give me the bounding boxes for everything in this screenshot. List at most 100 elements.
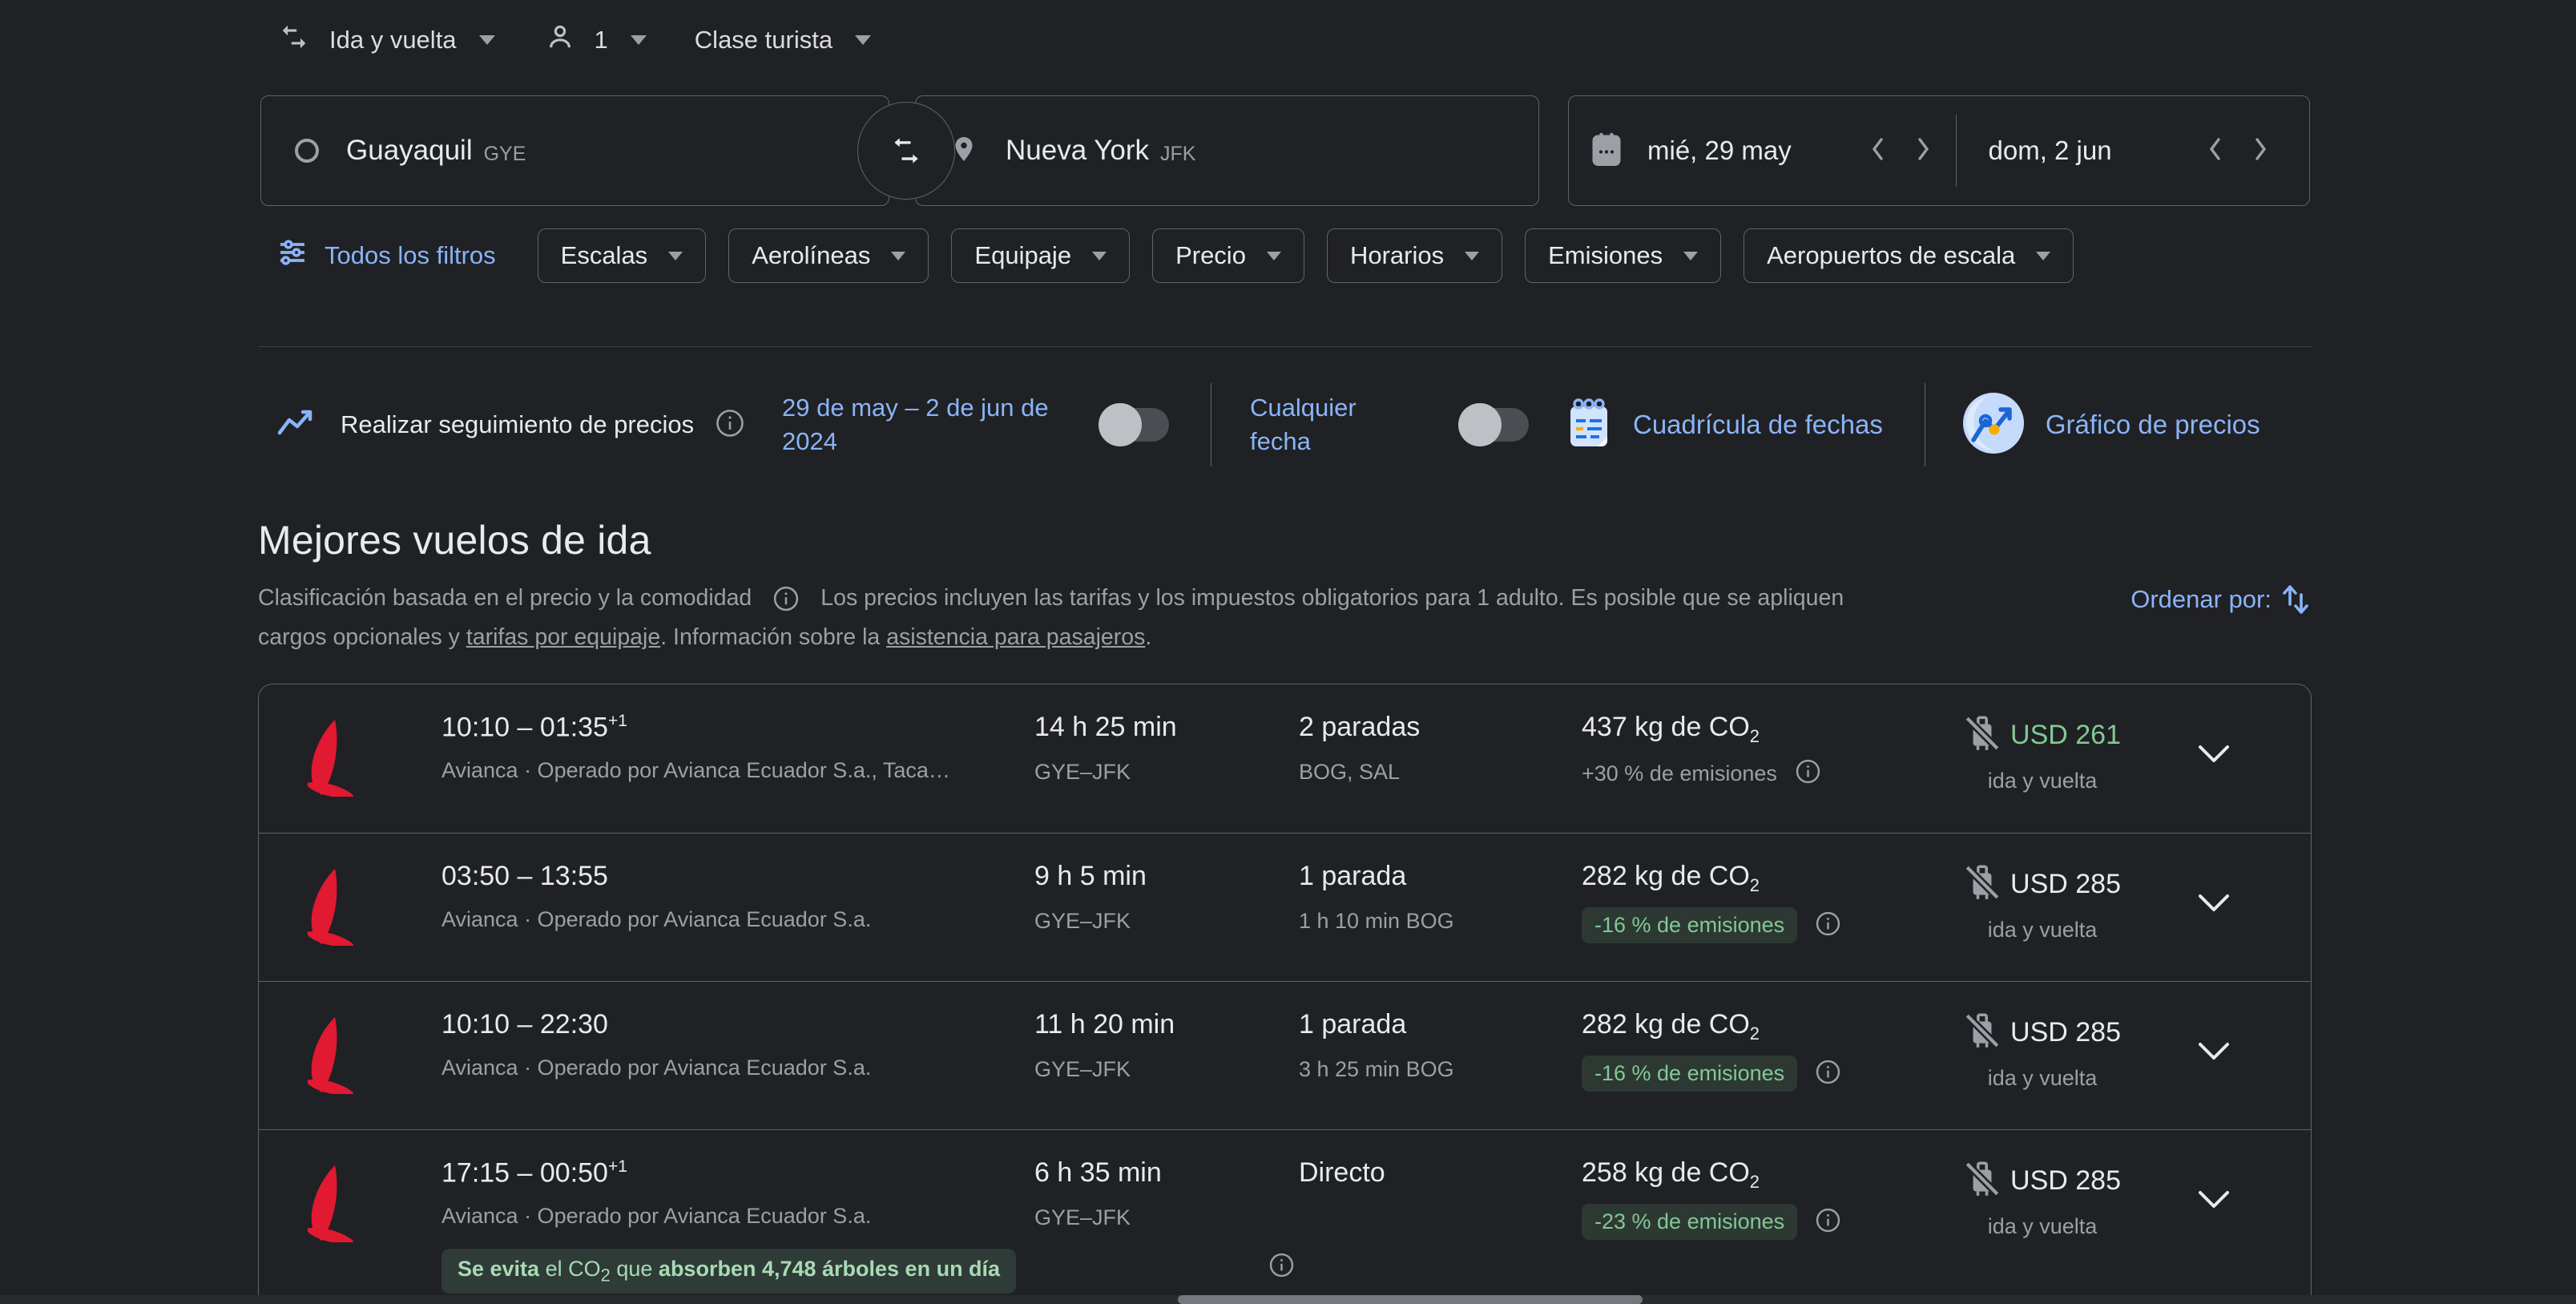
tracked-date-range[interactable]: 29 de may – 2 de jun de 2024 bbox=[782, 391, 1058, 458]
depart-date: mié, 29 may bbox=[1647, 135, 1869, 166]
chevron-down-icon bbox=[1267, 252, 1281, 260]
filter-chip[interactable]: Horarios bbox=[1327, 228, 1502, 283]
trip-type-selector[interactable]: Ida y vuelta bbox=[276, 14, 519, 66]
sort-by-button[interactable]: Ordenar por: bbox=[2131, 582, 2312, 617]
depart-date-prev-button[interactable] bbox=[1869, 135, 1887, 167]
any-date-toggle[interactable] bbox=[1461, 408, 1529, 442]
trip-type-label: Ida y vuelta bbox=[329, 26, 457, 55]
filter-chip-label: Emisiones bbox=[1548, 241, 1663, 270]
emissions-info-icon[interactable] bbox=[1815, 1207, 1841, 1237]
passengers-selector[interactable]: 1 bbox=[519, 14, 671, 66]
any-date-label[interactable]: Cualquier fecha bbox=[1250, 391, 1418, 458]
origin-code: GYE bbox=[484, 136, 526, 166]
flight-times: 17:15 – 00:50+1 bbox=[441, 1157, 627, 1189]
swap-vert-icon bbox=[2280, 582, 2312, 617]
pricing-note-end: . bbox=[1145, 624, 1151, 650]
expand-flight-button[interactable] bbox=[2197, 1041, 2231, 1066]
section-divider bbox=[258, 346, 2312, 347]
filter-chip-label: Aerolíneas bbox=[752, 241, 870, 270]
price-graph-button[interactable]: Gráfico de precios bbox=[2046, 410, 2260, 440]
plus-days: +1 bbox=[608, 1157, 627, 1176]
emissions-info-icon[interactable] bbox=[1815, 1059, 1841, 1089]
results-subtitle: Clasificación basada en el precio y la c… bbox=[258, 579, 2045, 657]
chevron-down-icon bbox=[1683, 252, 1698, 260]
origin-city: Guayaquil bbox=[346, 135, 473, 167]
swap-locations-button[interactable] bbox=[857, 102, 955, 200]
chevron-down-icon bbox=[891, 252, 905, 260]
filter-chip[interactable]: Emisiones bbox=[1525, 228, 1721, 283]
dates-divider bbox=[1956, 115, 1957, 187]
pricing-note-mid: . Información sobre la bbox=[660, 624, 886, 650]
price-tools-bar: Realizar seguimiento de precios 29 de ma… bbox=[276, 365, 2260, 485]
emissions-info-icon[interactable] bbox=[1795, 758, 1821, 789]
filter-chip[interactable]: Equipaje bbox=[951, 228, 1130, 283]
return-date: dom, 2 jun bbox=[1989, 135, 2207, 166]
filter-chip[interactable]: Aeropuertos de escala bbox=[1744, 228, 2074, 283]
flight-route: GYE–JFK bbox=[1034, 1057, 1131, 1082]
stops-detail: BOG, SAL bbox=[1299, 760, 1400, 785]
track-dates-toggle[interactable] bbox=[1102, 408, 1169, 442]
flight-result-row[interactable]: 17:15 – 00:50+1 Avianca · Operado por Av… bbox=[259, 1129, 2311, 1304]
flight-list: 10:10 – 01:35+1 Avianca · Operado por Av… bbox=[258, 684, 2312, 1304]
date-grid-button[interactable]: Cuadrícula de fechas bbox=[1633, 410, 1883, 440]
price-trip-type: ida y vuelta bbox=[1988, 1214, 2098, 1239]
expand-flight-button[interactable] bbox=[2197, 1189, 2231, 1214]
filter-chip-label: Escalas bbox=[561, 241, 648, 270]
price-block: USD 261 ida y vuelta bbox=[1910, 713, 2175, 793]
return-date-field[interactable]: dom, 2 jun bbox=[1961, 135, 2289, 167]
scrollbar-thumb[interactable] bbox=[1178, 1295, 1643, 1304]
co2-subscript: 2 bbox=[1750, 1172, 1760, 1192]
flight-times: 10:10 – 22:30 bbox=[441, 1009, 608, 1040]
co2-amount: 258 kg de CO2 bbox=[1582, 1157, 1760, 1193]
emissions-change: -23 % de emisiones bbox=[1582, 1204, 1797, 1240]
emissions-info: -16 % de emisiones bbox=[1582, 1056, 1841, 1092]
cabin-class-label: Clase turista bbox=[695, 26, 832, 55]
filter-chip[interactable]: Escalas bbox=[538, 228, 707, 283]
all-filters-button[interactable]: Todos los filtros bbox=[276, 236, 496, 275]
filter-chip-label: Equipaje bbox=[974, 241, 1071, 270]
return-date-next-button[interactable] bbox=[2251, 135, 2269, 167]
flight-result-row[interactable]: 10:10 – 01:35+1 Avianca · Operado por Av… bbox=[259, 684, 2311, 833]
depart-date-field[interactable]: mié, 29 may bbox=[1623, 135, 1951, 167]
price-graph-icon bbox=[1962, 392, 2025, 458]
eco-badge-info-icon[interactable] bbox=[1268, 1252, 1295, 1282]
tune-icon bbox=[276, 236, 308, 275]
flight-result-row[interactable]: 10:10 – 22:30 Avianca · Operado por Avia… bbox=[259, 981, 2311, 1129]
baggage-fees-link[interactable]: tarifas por equipaje bbox=[466, 624, 660, 650]
filter-chip-label: Precio bbox=[1175, 241, 1246, 270]
price: USD 285 bbox=[2010, 1165, 2121, 1197]
destination-input[interactable]: Nueva York JFK bbox=[915, 95, 1539, 206]
depart-date-next-button[interactable] bbox=[1914, 135, 1932, 167]
emissions-info: -23 % de emisiones bbox=[1582, 1204, 1841, 1240]
emissions-info: -16 % de emisiones bbox=[1582, 907, 1841, 943]
trending-icon bbox=[276, 407, 315, 443]
filter-chip[interactable]: Precio bbox=[1152, 228, 1304, 283]
no-baggage-icon bbox=[1964, 1159, 2001, 1203]
stops-detail: 3 h 25 min BOG bbox=[1299, 1057, 1454, 1082]
info-icon[interactable] bbox=[715, 408, 745, 442]
avianca-logo bbox=[302, 869, 368, 950]
co2-subscript: 2 bbox=[1750, 875, 1760, 895]
chevron-down-icon bbox=[631, 35, 647, 45]
airline-info: Avianca · Operado por Avianca Ecuador S.… bbox=[441, 758, 950, 783]
cabin-class-selector[interactable]: Clase turista bbox=[671, 14, 895, 66]
passenger-assistance-link[interactable]: asistencia para pasajeros bbox=[886, 624, 1145, 650]
flight-route: GYE–JFK bbox=[1034, 1205, 1131, 1230]
return-date-prev-button[interactable] bbox=[2207, 135, 2224, 167]
info-icon[interactable] bbox=[772, 585, 800, 612]
stops-count: 2 paradas bbox=[1299, 712, 1420, 743]
horizontal-scrollbar[interactable] bbox=[0, 1295, 2576, 1304]
filter-chip[interactable]: Aerolíneas bbox=[728, 228, 929, 283]
expand-flight-button[interactable] bbox=[2197, 744, 2231, 769]
avianca-logo bbox=[302, 720, 368, 801]
emissions-info-icon[interactable] bbox=[1815, 910, 1841, 941]
eco-badge: Se evita el CO2 que absorben 4,748 árbol… bbox=[441, 1249, 1016, 1294]
origin-input[interactable]: Guayaquil GYE bbox=[260, 95, 889, 206]
flight-result-row[interactable]: 03:50 – 13:55 Avianca · Operado por Avia… bbox=[259, 833, 2311, 981]
origin-circle-icon bbox=[295, 139, 319, 163]
no-baggage-icon bbox=[1964, 713, 2001, 757]
dates-input: mié, 29 may dom, 2 jun bbox=[1568, 95, 2310, 206]
expand-flight-button[interactable] bbox=[2197, 893, 2231, 918]
no-baggage-icon bbox=[1964, 1011, 2001, 1055]
chevron-down-icon bbox=[855, 35, 871, 45]
